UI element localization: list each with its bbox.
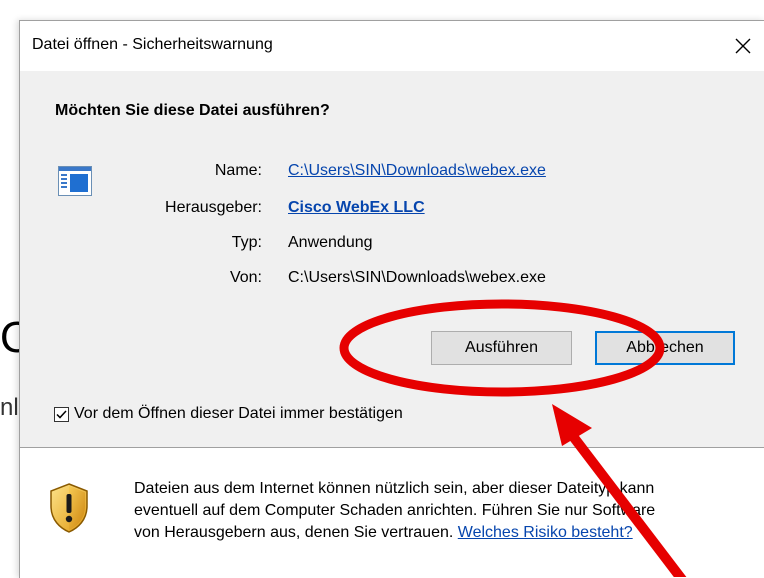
- close-button[interactable]: [721, 21, 764, 71]
- always-confirm-checkbox-row[interactable]: Vor dem Öffnen dieser Datei immer bestät…: [54, 405, 403, 423]
- run-button[interactable]: Ausführen: [431, 331, 572, 365]
- from-value: C:\Users\SIN\Downloads\webex.exe: [288, 269, 546, 286]
- from-label: Von:: [229, 269, 262, 286]
- type-value: Anwendung: [288, 234, 373, 251]
- security-warning-dialog: Datei öffnen - Sicherheitswarnung Möchte…: [19, 20, 764, 578]
- title-bar: Datei öffnen - Sicherheitswarnung: [20, 21, 764, 71]
- checkmark-icon: [56, 409, 67, 419]
- publisher-link[interactable]: Cisco WebEx LLC: [288, 199, 425, 217]
- close-icon: [735, 38, 751, 54]
- background-app-text: nl: [0, 394, 19, 421]
- type-label: Typ:: [231, 234, 262, 251]
- risk-info-link[interactable]: Welches Risiko besteht?: [458, 524, 633, 541]
- warning-text-segment: von Herausgebern aus, denen Sie vertraue…: [134, 524, 458, 541]
- warning-text: Dateien aus dem Internet können nützlich…: [134, 478, 754, 544]
- dialog-title: Datei öffnen - Sicherheitswarnung: [32, 36, 273, 53]
- warning-footer: Dateien aus dem Internet können nützlich…: [20, 448, 764, 578]
- warning-text-line: Dateien aus dem Internet können nützlich…: [134, 480, 655, 497]
- warning-text-line: von Herausgebern aus, denen Sie vertraue…: [134, 522, 754, 544]
- name-label: Name:: [214, 162, 262, 179]
- cancel-button[interactable]: Abbrechen: [595, 331, 735, 365]
- warning-text-line: eventuell auf dem Computer Schaden anric…: [134, 502, 656, 519]
- publisher-label: Herausgeber:: [165, 199, 262, 216]
- always-confirm-checkbox[interactable]: [54, 406, 69, 422]
- name-link[interactable]: C:\Users\SIN\Downloads\webex.exe: [288, 162, 546, 180]
- dialog-heading: Möchten Sie diese Datei ausführen?: [55, 102, 330, 119]
- always-confirm-label[interactable]: Vor dem Öffnen dieser Datei immer bestät…: [74, 405, 403, 423]
- shield-warning-icon: [50, 483, 88, 533]
